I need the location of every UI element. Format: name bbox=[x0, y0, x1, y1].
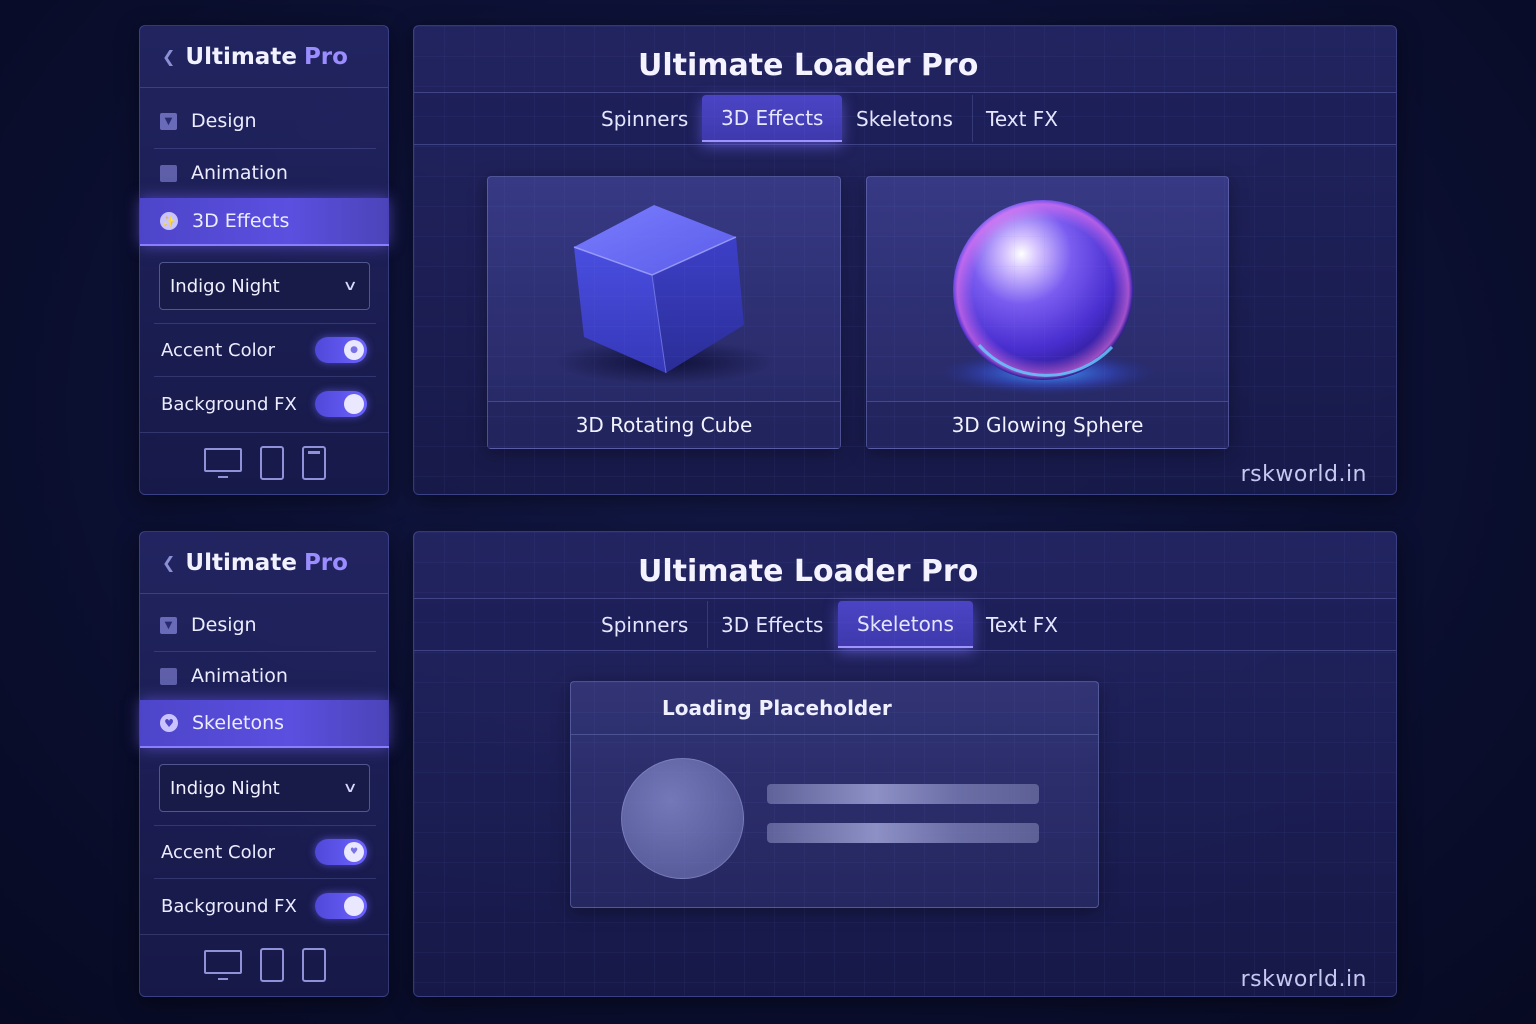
sidebar-brand[interactable]: ❮ Ultimate Pro bbox=[140, 532, 388, 594]
card-label: 3D Glowing Sphere bbox=[867, 401, 1228, 448]
divider bbox=[154, 825, 376, 826]
divider bbox=[154, 323, 376, 324]
sidebar-item-animation[interactable]: Animation bbox=[140, 149, 389, 197]
chevron-down-icon: ∨ bbox=[342, 780, 358, 796]
toggle-knob: ● bbox=[344, 340, 364, 360]
accent-color-row: Accent Color ♥ bbox=[161, 835, 367, 869]
accent-color-row: Accent Color ● bbox=[161, 333, 367, 367]
desktop-icon[interactable] bbox=[203, 949, 242, 980]
checkbox-icon[interactable] bbox=[160, 667, 177, 685]
tab-3d-effects[interactable]: 3D Effects bbox=[702, 95, 843, 142]
device-preview-bar bbox=[140, 432, 389, 492]
background-fx-toggle[interactable] bbox=[315, 391, 367, 417]
tab-bar: Spinners 3D Effects Skeletons Text FX bbox=[414, 93, 1396, 145]
sidebar-item-design[interactable]: ▼ Design bbox=[140, 601, 389, 649]
brand-name: Ultimate bbox=[185, 43, 297, 70]
sidebar-item-design[interactable]: ▼ Design bbox=[140, 97, 389, 145]
toggle-knob bbox=[344, 896, 364, 916]
tab-spinners[interactable]: Spinners bbox=[582, 95, 709, 142]
brand-name: Ultimate bbox=[185, 549, 297, 576]
checkbox-icon[interactable] bbox=[160, 164, 177, 182]
sidebar-item-label: Animation bbox=[191, 665, 288, 687]
accent-color-toggle[interactable]: ● bbox=[315, 337, 367, 363]
toggle-label: Background FX bbox=[161, 393, 297, 415]
divider bbox=[154, 878, 376, 879]
phone-icon[interactable] bbox=[301, 445, 326, 480]
sphere-demo-card[interactable]: 3D Glowing Sphere bbox=[866, 176, 1229, 449]
tab-text-fx[interactable]: Text FX bbox=[967, 95, 1077, 142]
toggle-label: Accent Color bbox=[161, 339, 276, 361]
sidebar-item-label: Skeletons bbox=[192, 712, 285, 734]
brand-accent: Pro bbox=[303, 43, 348, 70]
tab-skeletons[interactable]: Skeletons bbox=[838, 601, 973, 648]
chevron-left-icon[interactable]: ❮ bbox=[162, 47, 175, 66]
sidebar-item-animation[interactable]: Animation bbox=[140, 652, 389, 700]
theme-select-value: Indigo Night bbox=[170, 777, 280, 799]
cube-demo-card[interactable]: 3D Rotating Cube bbox=[487, 176, 841, 449]
toggle-label: Background FX bbox=[161, 895, 297, 917]
chevron-down-icon: ∨ bbox=[342, 278, 358, 294]
sidebar-item-label: Animation bbox=[191, 162, 288, 184]
sidebar-item-3d-effects[interactable]: ✨ 3D Effects bbox=[140, 198, 389, 246]
tab-bar: Spinners 3D Effects Skeletons Text FX bbox=[414, 599, 1396, 651]
watermark: rskworld.in bbox=[1240, 967, 1367, 992]
heart-icon: ♥ bbox=[160, 714, 178, 732]
checkbox-checked-icon[interactable]: ▼ bbox=[160, 616, 177, 634]
card-label: 3D Rotating Cube bbox=[488, 401, 840, 448]
background-fx-row: Background FX bbox=[161, 889, 367, 923]
bottom-sidebar: ❮ Ultimate Pro ▼ Design Animation ♥ Skel… bbox=[139, 531, 389, 997]
tab-3d-effects[interactable]: 3D Effects bbox=[702, 601, 844, 648]
tablet-icon[interactable] bbox=[259, 445, 284, 480]
skeleton-card: Loading Placeholder bbox=[570, 681, 1099, 908]
glowing-sphere-graphic bbox=[937, 200, 1157, 395]
theme-select[interactable]: Indigo Night ∨ bbox=[159, 262, 370, 310]
skeleton-line-placeholder bbox=[767, 784, 1039, 804]
background-fx-row: Background FX bbox=[161, 387, 367, 421]
theme-select-value: Indigo Night bbox=[170, 275, 280, 297]
sidebar-brand[interactable]: ❮ Ultimate Pro bbox=[140, 26, 388, 88]
watermark: rskworld.in bbox=[1240, 462, 1367, 487]
background-fx-toggle[interactable] bbox=[315, 893, 367, 919]
page-title: Ultimate Loader Pro bbox=[414, 532, 1396, 599]
tablet-icon[interactable] bbox=[259, 947, 284, 982]
rotating-cube-graphic bbox=[554, 205, 774, 384]
skeleton-avatar-placeholder bbox=[621, 758, 744, 879]
bottom-main-panel: Ultimate Loader Pro Spinners 3D Effects … bbox=[413, 531, 1397, 997]
accent-color-toggle[interactable]: ♥ bbox=[315, 839, 367, 865]
page-title: Ultimate Loader Pro bbox=[414, 26, 1396, 93]
divider bbox=[154, 376, 376, 377]
toggle-knob bbox=[344, 394, 364, 414]
tab-skeletons[interactable]: Skeletons bbox=[837, 95, 973, 142]
top-sidebar: ❮ Ultimate Pro ▼ Design Animation ✨ 3D E… bbox=[139, 25, 389, 495]
toggle-label: Accent Color bbox=[161, 841, 276, 863]
sidebar-item-label: 3D Effects bbox=[192, 210, 290, 232]
skeleton-line-placeholder bbox=[767, 823, 1039, 843]
theme-select[interactable]: Indigo Night ∨ bbox=[159, 764, 370, 812]
desktop-icon[interactable] bbox=[203, 447, 242, 478]
cube-icon: ✨ bbox=[160, 212, 178, 230]
tab-spinners[interactable]: Spinners bbox=[582, 601, 709, 648]
brand-accent: Pro bbox=[303, 549, 348, 576]
device-preview-bar bbox=[140, 934, 389, 994]
toggle-knob: ♥ bbox=[344, 842, 364, 862]
tab-text-fx[interactable]: Text FX bbox=[967, 601, 1077, 648]
checkbox-checked-icon[interactable]: ▼ bbox=[160, 112, 177, 130]
sidebar-item-skeletons[interactable]: ♥ Skeletons bbox=[140, 700, 389, 748]
sidebar-item-label: Design bbox=[191, 614, 257, 636]
chevron-left-icon[interactable]: ❮ bbox=[162, 553, 175, 572]
phone-icon[interactable] bbox=[301, 947, 326, 982]
top-main-panel: Ultimate Loader Pro Spinners 3D Effects … bbox=[413, 25, 1397, 495]
sidebar-item-label: Design bbox=[191, 110, 257, 132]
skeleton-card-title: Loading Placeholder bbox=[571, 682, 1098, 735]
